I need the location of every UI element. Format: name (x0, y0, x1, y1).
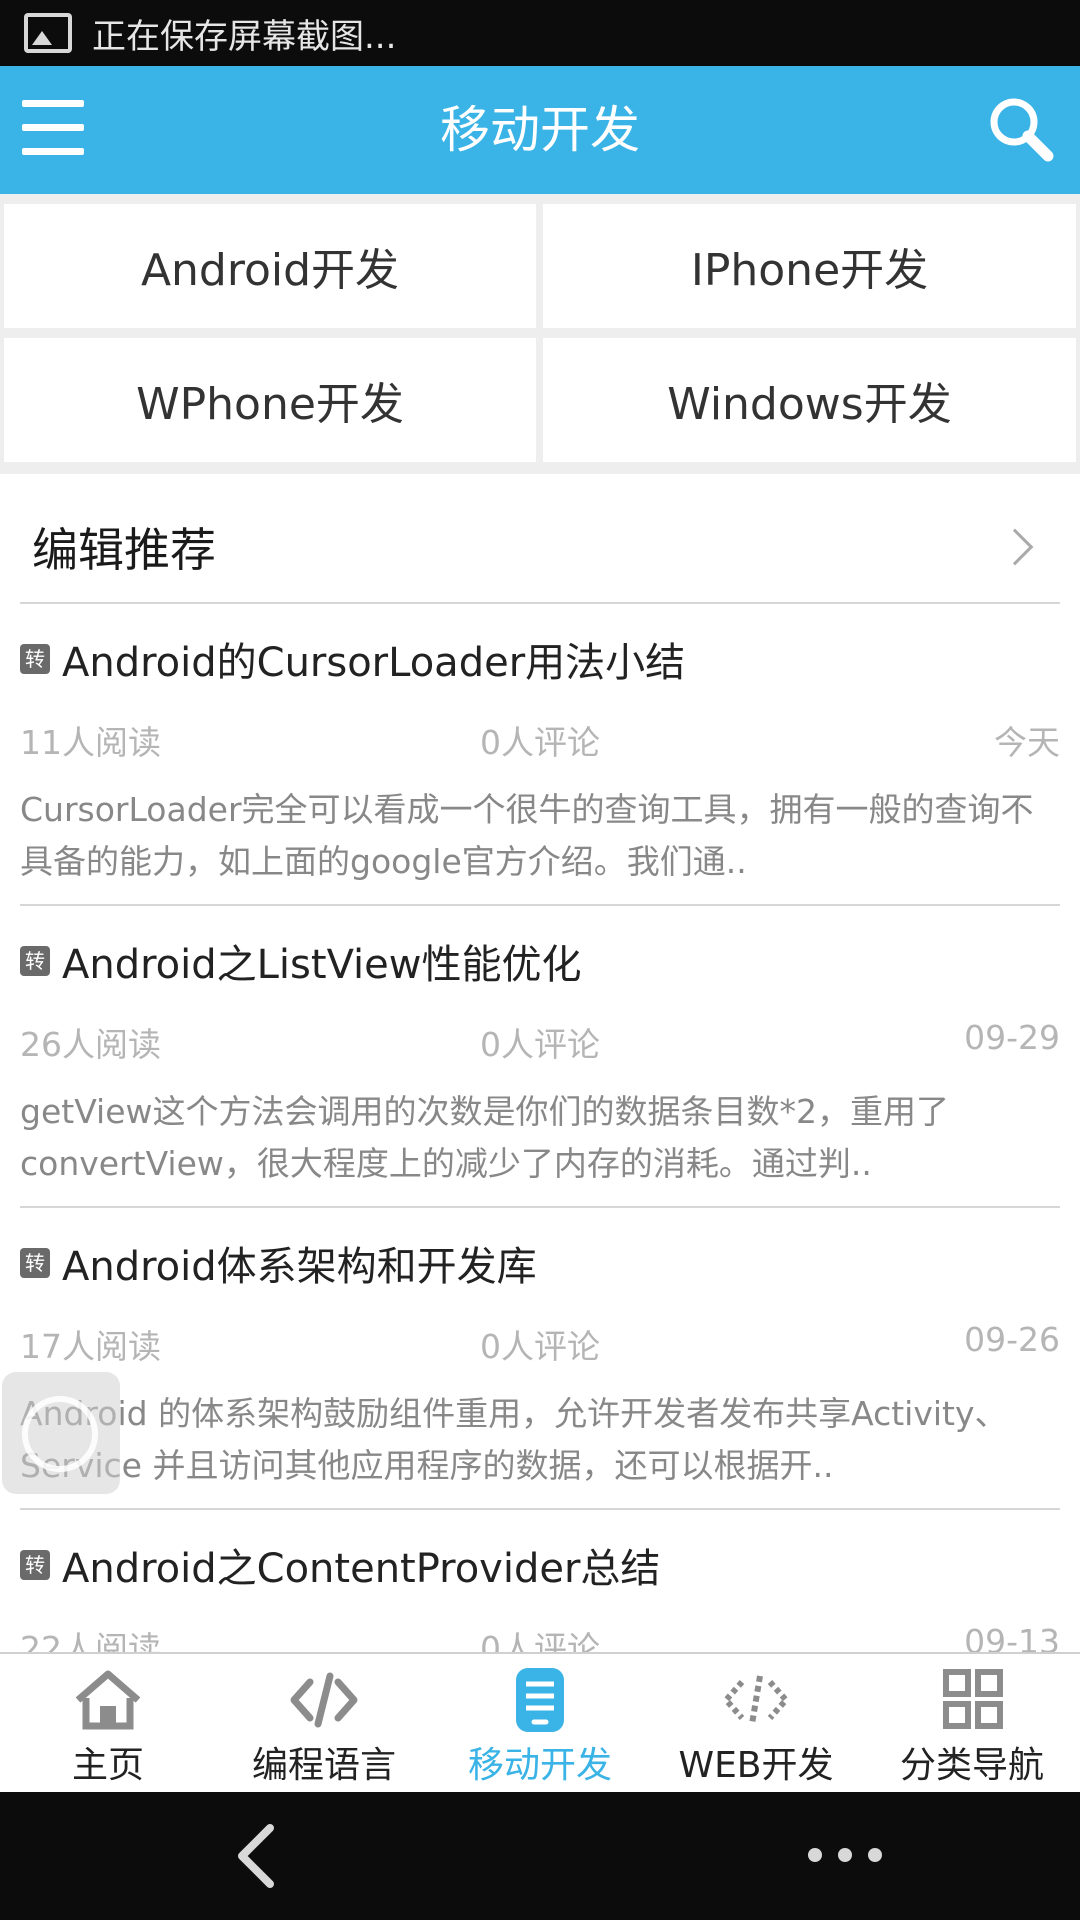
tab-home[interactable]: 主页 (0, 1654, 216, 1794)
category-windows[interactable]: Windows开发 (543, 338, 1076, 462)
tab-label: 移动开发 (467, 1745, 612, 1786)
article-summary: Android 的体系架构鼓励组件重用，允许开发者发布共享Activity、Se… (20, 1394, 1008, 1485)
comment-count: 0人评论 (480, 1327, 600, 1366)
repost-badge: 转 (20, 946, 50, 976)
more-button[interactable] (800, 1840, 900, 1870)
page-title: 移动开发 (440, 101, 640, 159)
mobile-icon (516, 1668, 564, 1732)
article-title: Android体系架构和开发库 (62, 1244, 537, 1290)
tab-mobile-dev[interactable]: 移动开发 (432, 1654, 648, 1794)
bottom-tab-bar: 主页 编程语言 移动开发 WEB开发 分类导航 (0, 1652, 1080, 1792)
category-android[interactable]: Android开发 (4, 204, 536, 328)
section-title: 编辑推荐 (32, 523, 216, 577)
tab-label: 编程语言 (251, 1745, 396, 1786)
article-summary: CursorLoader完全可以看成一个很牛的查询工具，拥有一般的查询不具备的能… (20, 790, 1034, 881)
more-dot (838, 1848, 852, 1862)
article-date: 09-26 (964, 1320, 1060, 1359)
category-grid: Android开发 IPhone开发 WPhone开发 Windows开发 (0, 194, 1080, 474)
status-text: 正在保存屏幕截图... (92, 16, 397, 57)
list-item[interactable]: 转 Android之ListView性能优化 26人阅读 0人评论 09-29 … (0, 906, 1080, 1208)
category-wphone[interactable]: WPhone开发 (4, 338, 536, 462)
comment-count: 0人评论 (480, 1629, 600, 1652)
more-dots-icon (808, 1848, 822, 1862)
repost-badge: 转 (20, 644, 50, 674)
category-iphone[interactable]: IPhone开发 (543, 204, 1076, 328)
tab-label: WEB开发 (678, 1745, 834, 1786)
code-icon (290, 1672, 358, 1728)
comment-count: 0人评论 (480, 1025, 600, 1064)
list-item[interactable]: 转 Android的CursorLoader用法小结 11人阅读 0人评论 今天… (0, 604, 1080, 906)
repost-badge: 转 (20, 1248, 50, 1278)
web-code-icon (721, 1675, 791, 1725)
tab-label: 主页 (71, 1745, 144, 1786)
article-list[interactable]: 转 Android的CursorLoader用法小结 11人阅读 0人评论 今天… (0, 604, 1080, 1652)
title-bar: 移动开发 (0, 66, 1080, 194)
tab-category-nav[interactable]: 分类导航 (864, 1654, 1080, 1794)
search-icon (990, 98, 1054, 162)
article-date: 09-29 (964, 1018, 1060, 1057)
floating-assist-button[interactable] (2, 1372, 120, 1494)
status-bar: 正在保存屏幕截图... (0, 0, 1080, 66)
comment-count: 0人评论 (480, 723, 600, 762)
article-title: Android之ListView性能优化 (62, 942, 582, 988)
chevron-right-icon (996, 528, 1034, 566)
article-title: Android之ContentProvider总结 (62, 1546, 661, 1592)
system-nav-bar (0, 1792, 1080, 1920)
grid-icon (943, 1669, 1003, 1729)
tab-label: 分类导航 (899, 1745, 1044, 1786)
article-title: Android的CursorLoader用法小结 (62, 640, 686, 686)
tab-programming-languages[interactable]: 编程语言 (216, 1654, 432, 1794)
list-item[interactable]: 转 Android之ContentProvider总结 22人阅读 0人评论 0… (0, 1510, 1080, 1652)
back-arrow-icon (238, 1824, 274, 1888)
image-icon (24, 13, 72, 53)
tab-web-dev[interactable]: WEB开发 (648, 1654, 864, 1794)
article-date: 09-13 (964, 1622, 1060, 1652)
back-button[interactable] (226, 1822, 286, 1890)
section-header[interactable]: 编辑推荐 (0, 484, 1080, 604)
list-item[interactable]: 转 Android体系架构和开发库 17人阅读 0人评论 09-26 Andro… (0, 1208, 1080, 1510)
search-button[interactable] (984, 94, 1056, 166)
article-date: 今天 (994, 723, 1060, 762)
more-dot (868, 1848, 882, 1862)
repost-badge: 转 (20, 1550, 50, 1580)
assist-ring-icon (22, 1396, 98, 1472)
home-icon (75, 1670, 141, 1730)
article-summary: getView这个方法会调用的次数是你们的数据条目数*2，重用了convertV… (20, 1092, 949, 1183)
